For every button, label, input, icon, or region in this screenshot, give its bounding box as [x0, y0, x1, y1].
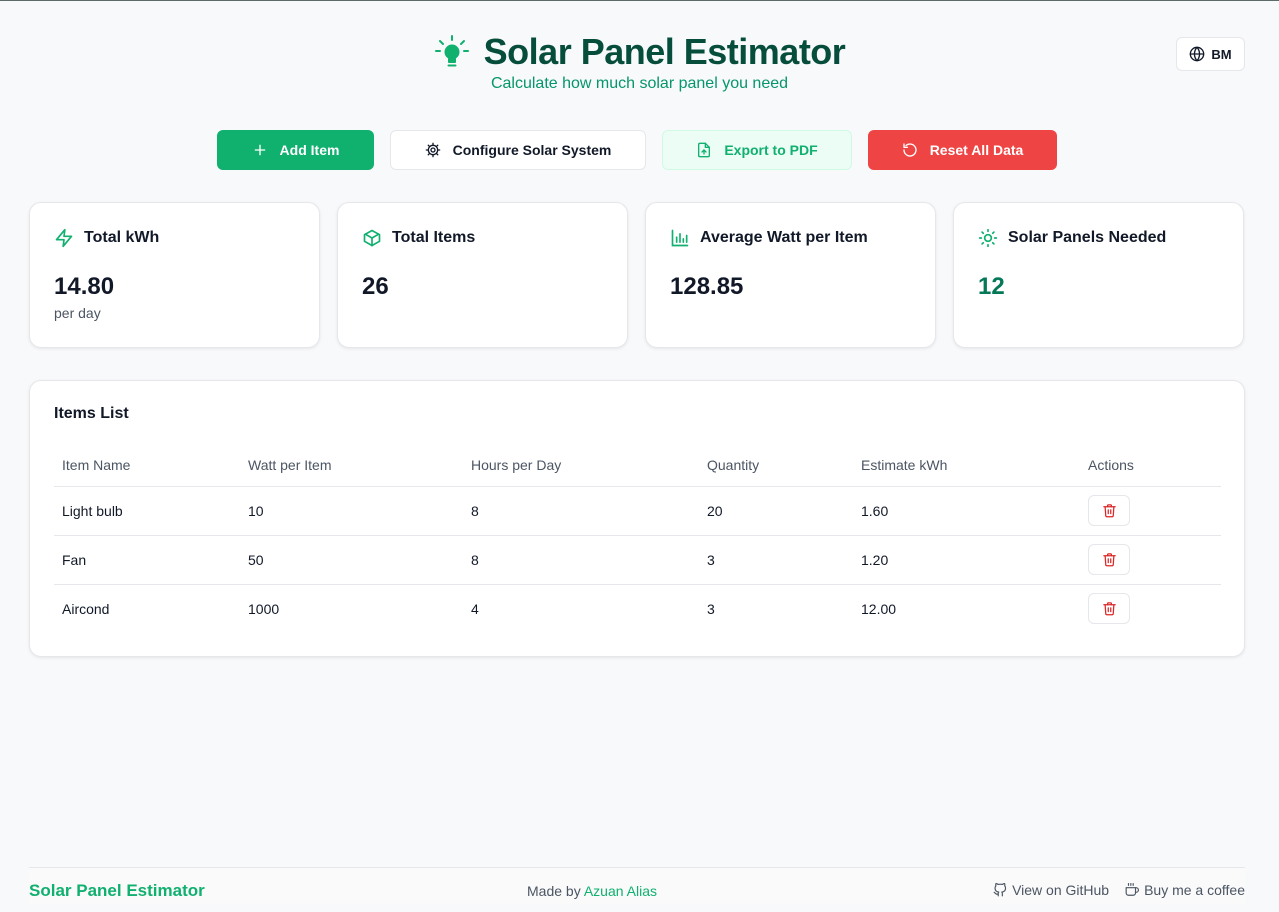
- coffee-icon: [1125, 883, 1140, 896]
- column-header-watt: Watt per Item: [240, 445, 463, 487]
- trash-icon: [1102, 553, 1116, 567]
- reset-data-label: Reset All Data: [929, 142, 1024, 158]
- table-row: Fan 50 8 3 1.20: [54, 535, 1221, 585]
- items-table: Item Name Watt per Item Hours per Day Qu…: [54, 445, 1221, 633]
- stat-label: Solar Panels Needed: [1008, 229, 1167, 246]
- stat-card-average-watt: Average Watt per Item 128.85: [645, 202, 936, 348]
- github-link[interactable]: View on GitHub: [993, 882, 1109, 898]
- package-icon: [363, 229, 381, 247]
- column-header-item-name: Item Name: [54, 445, 240, 487]
- item-actions: [1080, 535, 1221, 585]
- table-row: Light bulb 10 8 20 1.60: [54, 486, 1221, 536]
- item-actions: [1080, 584, 1221, 633]
- coffee-link[interactable]: Buy me a coffee: [1125, 882, 1245, 898]
- export-pdf-button[interactable]: Export to PDF: [662, 130, 852, 170]
- reset-data-button[interactable]: Reset All Data: [868, 130, 1057, 170]
- item-kwh: 1.60: [853, 486, 1080, 536]
- rotate-ccw-icon: [903, 143, 917, 157]
- stat-card-solar-panels: Solar Panels Needed 12: [953, 202, 1244, 348]
- page-subtitle: Calculate how much solar panel you need: [490, 75, 789, 92]
- item-name: Fan: [54, 535, 240, 585]
- github-label: View on GitHub: [1012, 882, 1110, 898]
- stat-value: 26: [362, 273, 389, 300]
- table-row: Aircond 1000 4 3 12.00: [54, 584, 1221, 633]
- file-export-icon: [698, 142, 711, 158]
- item-hours: 8: [463, 486, 699, 536]
- item-watt: 1000: [248, 600, 280, 617]
- header: Solar Panel Estimator Calculate how much…: [0, 31, 1279, 93]
- item-watt: 10: [240, 486, 463, 536]
- stat-subtext: per day: [54, 305, 101, 321]
- column-header-quantity: Quantity: [699, 445, 853, 487]
- stat-value: 128.85: [670, 273, 744, 300]
- github-icon: [993, 883, 1007, 897]
- add-item-button[interactable]: Add Item: [217, 130, 374, 170]
- item-kwh: 1.20: [853, 535, 1080, 585]
- column-header-estimate-kwh: Estimate kWh: [853, 445, 1080, 487]
- lightbulb-icon: [434, 35, 469, 67]
- gear-icon: [425, 142, 440, 158]
- export-pdf-label: Export to PDF: [724, 142, 818, 158]
- delete-item-button[interactable]: [1088, 544, 1130, 575]
- item-hours: 8: [463, 535, 699, 585]
- items-list-card: Items List Item Name Watt per Item Hours…: [29, 380, 1245, 657]
- zap-icon: [55, 228, 73, 248]
- item-hours: 4: [471, 600, 479, 617]
- stat-card-total-kwh: Total kWh 14.80 per day: [29, 202, 320, 348]
- stat-label: Total kWh: [84, 229, 160, 246]
- stat-card-total-items: Total Items 26: [337, 202, 628, 348]
- column-header-actions: Actions: [1080, 445, 1221, 487]
- coffee-label: Buy me a coffee: [1144, 882, 1245, 898]
- footer-credit: Made by Azuan Alias: [527, 883, 657, 899]
- add-item-label: Add Item: [279, 142, 340, 158]
- stat-label: Total Items: [392, 229, 476, 246]
- page-title: Solar Panel Estimator: [483, 31, 846, 72]
- table-header-row: Item Name Watt per Item Hours per Day Qu…: [54, 445, 1221, 487]
- sun-icon: [978, 228, 998, 248]
- stat-label: Average Watt per Item: [700, 229, 868, 246]
- plus-icon: [254, 144, 265, 156]
- item-watt: 50: [240, 535, 463, 585]
- item-quantity: 3: [707, 600, 715, 617]
- author-link[interactable]: Azuan Alias: [584, 883, 657, 899]
- item-name: Light bulb: [54, 486, 240, 536]
- delete-item-button[interactable]: [1088, 495, 1130, 526]
- item-actions: [1080, 486, 1221, 536]
- configure-solar-label: Configure Solar System: [452, 142, 612, 158]
- delete-item-button[interactable]: [1088, 593, 1130, 625]
- item-name: Aircond: [62, 600, 110, 617]
- item-quantity: 20: [699, 486, 853, 536]
- footer-brand: Solar Panel Estimator: [29, 881, 205, 900]
- bar-chart-icon: [671, 229, 689, 247]
- stat-value: 12: [978, 273, 1005, 300]
- column-header-hours: Hours per Day: [463, 445, 699, 487]
- footer: Solar Panel Estimator Made by Azuan Alia…: [29, 867, 1245, 904]
- configure-solar-button[interactable]: Configure Solar System: [390, 130, 646, 170]
- footer-links: View on GitHub Buy me a coffee: [993, 882, 1245, 898]
- trash-icon: [1102, 504, 1116, 518]
- item-kwh: 12.00: [861, 600, 897, 617]
- stat-value: 14.80: [54, 273, 115, 300]
- items-list-title: Items List: [54, 405, 129, 422]
- item-quantity: 3: [699, 535, 853, 585]
- trash-icon: [1102, 602, 1116, 616]
- made-by-prefix: Made by: [527, 883, 581, 899]
